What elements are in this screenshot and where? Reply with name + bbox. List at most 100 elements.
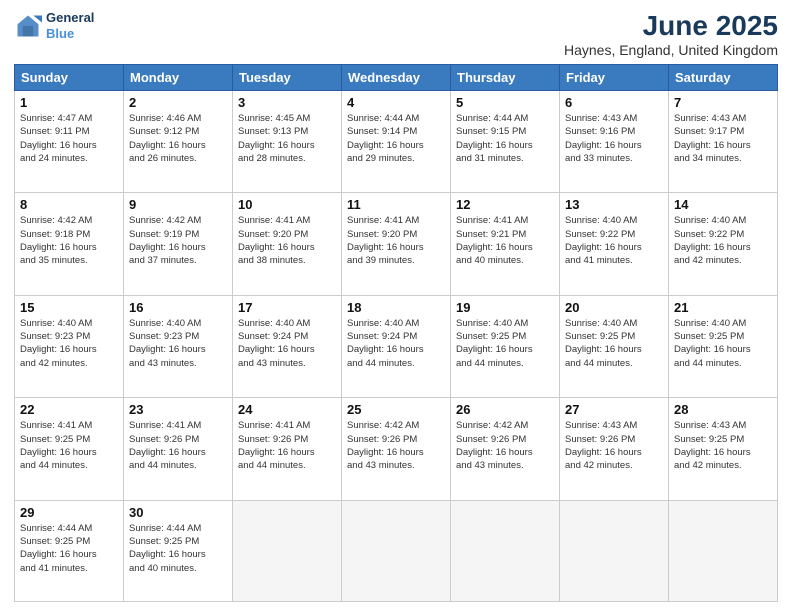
day-info: Sunrise: 4:42 AM Sunset: 9:26 PM Dayligh… bbox=[456, 419, 554, 472]
header: General Blue June 2025 Haynes, England, … bbox=[14, 10, 778, 58]
day-info: Sunrise: 4:40 AM Sunset: 9:24 PM Dayligh… bbox=[238, 317, 336, 370]
day-number: 25 bbox=[347, 402, 445, 417]
day-info: Sunrise: 4:40 AM Sunset: 9:22 PM Dayligh… bbox=[674, 214, 772, 267]
day-info: Sunrise: 4:46 AM Sunset: 9:12 PM Dayligh… bbox=[129, 112, 227, 165]
header-cell-sunday: Sunday bbox=[15, 65, 124, 91]
logo-text: General Blue bbox=[46, 10, 94, 41]
logo: General Blue bbox=[14, 10, 94, 41]
day-number: 12 bbox=[456, 197, 554, 212]
day-number: 19 bbox=[456, 300, 554, 315]
calendar-cell: 25Sunrise: 4:42 AM Sunset: 9:26 PM Dayli… bbox=[342, 398, 451, 500]
day-info: Sunrise: 4:43 AM Sunset: 9:26 PM Dayligh… bbox=[565, 419, 663, 472]
day-info: Sunrise: 4:47 AM Sunset: 9:11 PM Dayligh… bbox=[20, 112, 118, 165]
calendar-week-4: 22Sunrise: 4:41 AM Sunset: 9:25 PM Dayli… bbox=[15, 398, 778, 500]
calendar-cell: 17Sunrise: 4:40 AM Sunset: 9:24 PM Dayli… bbox=[233, 295, 342, 397]
calendar-cell bbox=[451, 500, 560, 601]
day-number: 11 bbox=[347, 197, 445, 212]
calendar-cell: 28Sunrise: 4:43 AM Sunset: 9:25 PM Dayli… bbox=[669, 398, 778, 500]
day-info: Sunrise: 4:40 AM Sunset: 9:22 PM Dayligh… bbox=[565, 214, 663, 267]
day-info: Sunrise: 4:44 AM Sunset: 9:25 PM Dayligh… bbox=[20, 522, 118, 575]
calendar-cell: 21Sunrise: 4:40 AM Sunset: 9:25 PM Dayli… bbox=[669, 295, 778, 397]
day-info: Sunrise: 4:40 AM Sunset: 9:25 PM Dayligh… bbox=[565, 317, 663, 370]
calendar-cell bbox=[669, 500, 778, 601]
day-info: Sunrise: 4:45 AM Sunset: 9:13 PM Dayligh… bbox=[238, 112, 336, 165]
calendar-cell bbox=[560, 500, 669, 601]
day-info: Sunrise: 4:43 AM Sunset: 9:17 PM Dayligh… bbox=[674, 112, 772, 165]
day-number: 5 bbox=[456, 95, 554, 110]
calendar-cell: 26 Sunrise: 4:42 AM Sunset: 9:26 PM Dayli… bbox=[451, 398, 560, 500]
calendar-cell: 1 Sunrise: 4:47 AM Sunset: 9:11 PM Daylig… bbox=[15, 91, 124, 193]
day-number: 18 bbox=[347, 300, 445, 315]
logo-icon bbox=[14, 12, 42, 40]
calendar-cell: 13 Sunrise: 4:40 AM Sunset: 9:22 PM Dayli… bbox=[560, 193, 669, 295]
calendar-cell: 3 Sunrise: 4:45 AM Sunset: 9:13 PM Daylig… bbox=[233, 91, 342, 193]
calendar-week-2: 8Sunrise: 4:42 AM Sunset: 9:18 PM Daylig… bbox=[15, 193, 778, 295]
calendar-cell: 5 Sunrise: 4:44 AM Sunset: 9:15 PM Daylig… bbox=[451, 91, 560, 193]
day-number: 21 bbox=[674, 300, 772, 315]
day-info: Sunrise: 4:40 AM Sunset: 9:23 PM Dayligh… bbox=[129, 317, 227, 370]
calendar-cell: 4Sunrise: 4:44 AM Sunset: 9:14 PM Daylig… bbox=[342, 91, 451, 193]
day-number: 20 bbox=[565, 300, 663, 315]
day-number: 14 bbox=[674, 197, 772, 212]
calendar-cell: 18 Sunrise: 4:40 AM Sunset: 9:24 PM Dayli… bbox=[342, 295, 451, 397]
day-number: 15 bbox=[20, 300, 118, 315]
calendar-week-1: 1 Sunrise: 4:47 AM Sunset: 9:11 PM Daylig… bbox=[15, 91, 778, 193]
calendar-cell: 15 Sunrise: 4:40 AM Sunset: 9:23 PM Dayli… bbox=[15, 295, 124, 397]
day-number: 23 bbox=[129, 402, 227, 417]
header-cell-tuesday: Tuesday bbox=[233, 65, 342, 91]
title-block: June 2025 Haynes, England, United Kingdo… bbox=[564, 10, 778, 58]
day-number: 26 bbox=[456, 402, 554, 417]
main-title: June 2025 bbox=[564, 10, 778, 42]
day-number: 9 bbox=[129, 197, 227, 212]
day-info: Sunrise: 4:41 AM Sunset: 9:21 PM Dayligh… bbox=[456, 214, 554, 267]
day-info: Sunrise: 4:43 AM Sunset: 9:16 PM Dayligh… bbox=[565, 112, 663, 165]
day-number: 10 bbox=[238, 197, 336, 212]
calendar-cell bbox=[342, 500, 451, 601]
calendar-body: 1 Sunrise: 4:47 AM Sunset: 9:11 PM Daylig… bbox=[15, 91, 778, 602]
calendar-cell: 14 Sunrise: 4:40 AM Sunset: 9:22 PM Dayli… bbox=[669, 193, 778, 295]
day-info: Sunrise: 4:41 AM Sunset: 9:26 PM Dayligh… bbox=[129, 419, 227, 472]
day-number: 8 bbox=[20, 197, 118, 212]
day-number: 3 bbox=[238, 95, 336, 110]
calendar-cell: 16Sunrise: 4:40 AM Sunset: 9:23 PM Dayli… bbox=[124, 295, 233, 397]
day-info: Sunrise: 4:44 AM Sunset: 9:14 PM Dayligh… bbox=[347, 112, 445, 165]
day-info: Sunrise: 4:44 AM Sunset: 9:15 PM Dayligh… bbox=[456, 112, 554, 165]
header-cell-saturday: Saturday bbox=[669, 65, 778, 91]
day-number: 27 bbox=[565, 402, 663, 417]
header-cell-thursday: Thursday bbox=[451, 65, 560, 91]
header-row: SundayMondayTuesdayWednesdayThursdayFrid… bbox=[15, 65, 778, 91]
day-info: Sunrise: 4:40 AM Sunset: 9:23 PM Dayligh… bbox=[20, 317, 118, 370]
day-info: Sunrise: 4:40 AM Sunset: 9:24 PM Dayligh… bbox=[347, 317, 445, 370]
calendar-cell: 9Sunrise: 4:42 AM Sunset: 9:19 PM Daylig… bbox=[124, 193, 233, 295]
day-number: 22 bbox=[20, 402, 118, 417]
calendar-cell: 2 Sunrise: 4:46 AM Sunset: 9:12 PM Daylig… bbox=[124, 91, 233, 193]
page: General Blue June 2025 Haynes, England, … bbox=[0, 0, 792, 612]
day-info: Sunrise: 4:43 AM Sunset: 9:25 PM Dayligh… bbox=[674, 419, 772, 472]
calendar-cell: 10 Sunrise: 4:41 AM Sunset: 9:20 PM Dayli… bbox=[233, 193, 342, 295]
calendar-cell: 11Sunrise: 4:41 AM Sunset: 9:20 PM Dayli… bbox=[342, 193, 451, 295]
calendar-cell: 24 Sunrise: 4:41 AM Sunset: 9:26 PM Dayli… bbox=[233, 398, 342, 500]
day-info: Sunrise: 4:41 AM Sunset: 9:26 PM Dayligh… bbox=[238, 419, 336, 472]
day-info: Sunrise: 4:41 AM Sunset: 9:20 PM Dayligh… bbox=[238, 214, 336, 267]
calendar-header: SundayMondayTuesdayWednesdayThursdayFrid… bbox=[15, 65, 778, 91]
calendar-table: SundayMondayTuesdayWednesdayThursdayFrid… bbox=[14, 64, 778, 602]
day-number: 13 bbox=[565, 197, 663, 212]
header-cell-monday: Monday bbox=[124, 65, 233, 91]
calendar-cell: 22Sunrise: 4:41 AM Sunset: 9:25 PM Dayli… bbox=[15, 398, 124, 500]
day-number: 29 bbox=[20, 505, 118, 520]
calendar-cell: 23 Sunrise: 4:41 AM Sunset: 9:26 PM Dayli… bbox=[124, 398, 233, 500]
calendar-week-3: 15 Sunrise: 4:40 AM Sunset: 9:23 PM Dayli… bbox=[15, 295, 778, 397]
calendar-cell: 8Sunrise: 4:42 AM Sunset: 9:18 PM Daylig… bbox=[15, 193, 124, 295]
day-info: Sunrise: 4:44 AM Sunset: 9:25 PM Dayligh… bbox=[129, 522, 227, 575]
calendar-cell: 27 Sunrise: 4:43 AM Sunset: 9:26 PM Dayli… bbox=[560, 398, 669, 500]
header-cell-wednesday: Wednesday bbox=[342, 65, 451, 91]
day-number: 6 bbox=[565, 95, 663, 110]
calendar-cell: 6 Sunrise: 4:43 AM Sunset: 9:16 PM Daylig… bbox=[560, 91, 669, 193]
calendar-cell: 12 Sunrise: 4:41 AM Sunset: 9:21 PM Dayli… bbox=[451, 193, 560, 295]
day-number: 24 bbox=[238, 402, 336, 417]
calendar-cell: 29 Sunrise: 4:44 AM Sunset: 9:25 PM Dayli… bbox=[15, 500, 124, 601]
calendar-cell: 30 Sunrise: 4:44 AM Sunset: 9:25 PM Dayli… bbox=[124, 500, 233, 601]
day-number: 1 bbox=[20, 95, 118, 110]
day-number: 30 bbox=[129, 505, 227, 520]
day-number: 2 bbox=[129, 95, 227, 110]
